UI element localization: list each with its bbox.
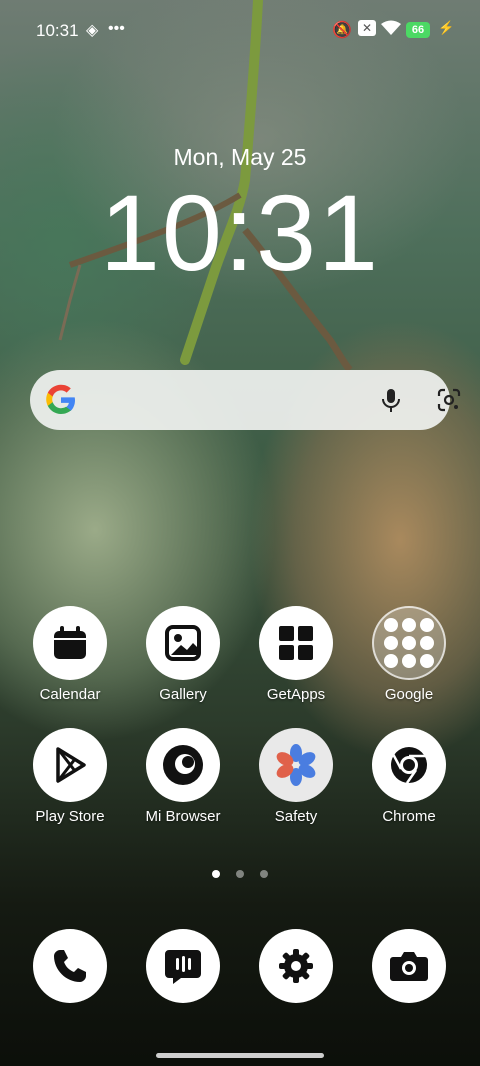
getapps-icon bbox=[259, 606, 333, 680]
app-getapps[interactable]: GetApps bbox=[246, 606, 346, 703]
app-safety[interactable]: Safety bbox=[246, 728, 346, 825]
safety-icon bbox=[259, 728, 333, 802]
app-label: Safety bbox=[274, 808, 318, 825]
folder-google[interactable]: Google bbox=[359, 606, 459, 703]
calendar-icon bbox=[33, 606, 107, 680]
google-lens-icon[interactable] bbox=[436, 387, 462, 413]
page-dot-3[interactable] bbox=[260, 870, 269, 878]
app-label: Gallery bbox=[159, 686, 207, 703]
app-calendar[interactable]: Calendar bbox=[20, 606, 120, 703]
app-label: Mi Browser bbox=[145, 808, 221, 825]
google-folder-icon bbox=[372, 606, 446, 680]
mute-icon: 🔕 bbox=[332, 22, 352, 39]
page-indicator bbox=[0, 865, 480, 883]
play-store-icon bbox=[33, 728, 107, 802]
app-label: Chrome bbox=[382, 808, 436, 825]
dock-phone[interactable] bbox=[20, 929, 120, 1003]
vpn-icon: ◈ bbox=[86, 22, 99, 39]
lockscreen-date: Mon, May 25 bbox=[173, 144, 307, 170]
chrome-icon bbox=[372, 728, 446, 802]
status-bar: 10:31 ◈ ••• 🔕 ✕ 66 ⚡ bbox=[0, 0, 480, 62]
voice-search-icon[interactable] bbox=[378, 387, 404, 413]
app-mi-browser[interactable]: Mi Browser bbox=[133, 728, 233, 825]
more-notifications-icon: ••• bbox=[108, 20, 125, 37]
page-dot-2[interactable] bbox=[236, 870, 244, 878]
settings-gear-icon bbox=[259, 929, 333, 1003]
google-logo-icon bbox=[46, 384, 75, 414]
battery-indicator: 66 bbox=[406, 22, 430, 38]
dock-messages[interactable] bbox=[133, 929, 233, 1003]
app-label: Google bbox=[384, 686, 434, 703]
app-gallery[interactable]: Gallery bbox=[133, 606, 233, 703]
status-time: 10:31 bbox=[36, 21, 79, 40]
app-chrome[interactable]: Chrome bbox=[359, 728, 459, 825]
dock-settings[interactable] bbox=[246, 929, 346, 1003]
app-label: GetApps bbox=[266, 686, 326, 703]
app-label: Play Store bbox=[35, 808, 105, 825]
gesture-home-bar[interactable] bbox=[156, 1053, 324, 1058]
phone-icon bbox=[33, 929, 107, 1003]
charging-icon: ⚡ bbox=[438, 20, 455, 35]
page-dot-1[interactable] bbox=[211, 870, 220, 878]
no-sim-icon: ✕ bbox=[358, 20, 376, 36]
app-play-store[interactable]: Play Store bbox=[20, 728, 120, 825]
camera-icon bbox=[372, 929, 446, 1003]
lockscreen-clock: 10:31 bbox=[99, 172, 381, 293]
app-label: Calendar bbox=[39, 686, 101, 703]
google-search-bar[interactable] bbox=[30, 370, 461, 430]
dock-camera[interactable] bbox=[359, 929, 459, 1003]
messages-icon bbox=[146, 929, 220, 1003]
gallery-icon bbox=[146, 606, 220, 680]
wifi-icon bbox=[381, 20, 401, 41]
mi-browser-icon bbox=[146, 728, 220, 802]
